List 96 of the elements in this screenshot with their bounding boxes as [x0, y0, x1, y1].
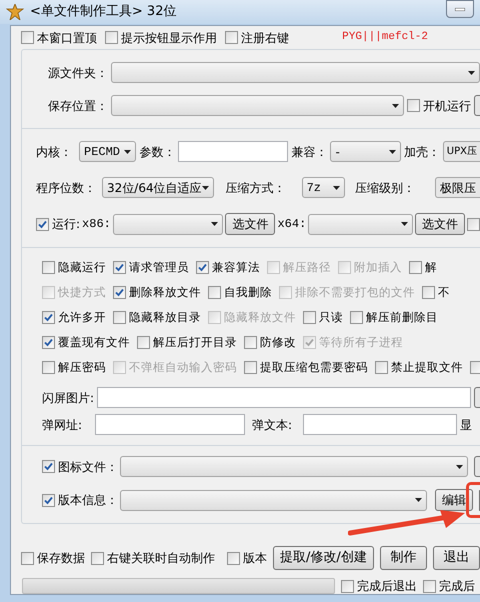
checkbox[interactable]: 运行: [36, 217, 80, 231]
window-title: <单文件制作工具> 32位 [30, 3, 176, 22]
checkbox[interactable] [470, 360, 480, 374]
dropdown-caret-icon [333, 186, 340, 190]
checkbox[interactable]: 版本信息： [42, 493, 118, 507]
app-icon [6, 4, 24, 20]
push-button[interactable]: 退出 [432, 546, 480, 570]
checkbox[interactable]: 覆盖现有文件 [42, 335, 130, 349]
checkbox[interactable]: 注册右键 [225, 30, 289, 44]
checkmark-icon [38, 220, 47, 228]
checkmark-icon [115, 262, 124, 272]
input-field[interactable] [97, 387, 471, 408]
dropdown[interactable]: 7z [302, 177, 345, 198]
checkbox[interactable]: 自我删除 [208, 285, 272, 299]
checkbox[interactable]: 本窗口置顶 [21, 30, 97, 44]
checkmark-icon [115, 288, 124, 296]
checkbox[interactable] [467, 218, 480, 230]
checkbox[interactable]: 不 [422, 285, 450, 299]
checkmark-icon [44, 496, 53, 504]
checkbox[interactable]: 右键关联时自动制作 [91, 551, 215, 565]
checkmark-icon [44, 462, 53, 471]
dropdown-caret-icon [202, 186, 209, 190]
field-label: 加壳： [404, 144, 440, 160]
checkbox[interactable]: 删除释放文件 [113, 285, 201, 299]
dropdown-caret-icon [401, 222, 408, 226]
highlight-box [466, 482, 480, 518]
checkmark-icon [44, 338, 53, 346]
minimize-icon [455, 8, 465, 10]
checkbox[interactable]: 允许多开 [42, 310, 106, 324]
dropdown[interactable] [308, 214, 413, 234]
checkbox[interactable]: 隐藏释放目录 [113, 310, 201, 324]
checkbox[interactable]: 请求管理员 [113, 260, 189, 274]
dropdown[interactable]: 32位/64位自适应 [102, 177, 214, 198]
field-label: 内核： [36, 144, 72, 160]
dropdown-caret-icon [415, 498, 422, 502]
checkbox[interactable]: 图标文件： [42, 460, 118, 474]
push-button[interactable]: 提取/修改/创建 [273, 546, 374, 570]
dropdown[interactable]: UPX压 [442, 141, 480, 162]
checkmark-icon [305, 338, 314, 346]
dropdown-caret-icon [124, 150, 132, 154]
dropdown[interactable]: 极限压 [435, 177, 480, 198]
field-label: 压缩方式： [226, 180, 286, 196]
checkbox[interactable]: 版本 [227, 551, 267, 565]
checkbox[interactable]: 开机运行 [407, 98, 471, 112]
push-button[interactable]: 制作 [380, 546, 427, 570]
checkbox[interactable]: 解 [409, 260, 437, 274]
input-field[interactable] [95, 414, 246, 435]
push-button[interactable]: 选文件 [225, 213, 276, 235]
dropdown-caret-icon [456, 464, 463, 468]
field-label: 程序位数： [36, 180, 96, 196]
field-label: 压缩级别： [355, 180, 415, 196]
dropdown-caret-icon [211, 222, 218, 226]
field-label: 闪屏图片: [42, 390, 94, 406]
checkbox[interactable]: 禁止提取文件 [375, 360, 463, 374]
dropdown[interactable]: - [330, 141, 401, 162]
field-label: 弹文本: [252, 416, 292, 434]
checkbox[interactable]: 完成后 [423, 579, 475, 593]
field-label: 源文件夹： [48, 64, 108, 82]
checkbox[interactable]: 提取压缩包需要密码 [244, 360, 368, 374]
checkbox[interactable]: 防修改 [244, 335, 296, 349]
dropdown-caret-icon [392, 104, 399, 108]
dropdown[interactable] [120, 456, 468, 477]
field-label: x86: [82, 216, 111, 233]
dropdown-caret-icon [388, 150, 396, 154]
field-label: 参数： [139, 144, 176, 160]
checkbox[interactable]: 解压后打开目录 [137, 335, 237, 349]
push-button[interactable] [474, 456, 480, 477]
checkbox[interactable]: 完成后退出 [341, 579, 417, 593]
checkbox[interactable]: 保存数据 [21, 551, 85, 565]
input-field[interactable] [178, 141, 288, 162]
checkbox[interactable]: 解压密码 [42, 360, 106, 374]
field-label: 显 [460, 416, 472, 434]
dropdown[interactable] [112, 214, 224, 234]
push-button[interactable]: 选文件 [415, 213, 465, 235]
checkmark-icon [44, 312, 53, 322]
field-label: 弹网址: [42, 416, 82, 434]
minimize-button[interactable] [446, 0, 474, 18]
checkbox[interactable]: 兼容算法 [196, 260, 260, 274]
field-label: x64: [277, 216, 306, 233]
dropdown-caret-icon [468, 70, 475, 74]
dropdown[interactable] [120, 490, 427, 510]
dropdown[interactable]: PECMD [79, 141, 136, 162]
checkbox[interactable]: 提示按钮显示作用 [105, 30, 217, 44]
input-field[interactable] [303, 414, 458, 435]
dropdown[interactable] [111, 95, 404, 116]
push-button[interactable] [474, 387, 480, 408]
checkbox[interactable]: 解压前删除目 [350, 310, 438, 324]
checkmark-icon [198, 262, 207, 272]
push-button[interactable] [474, 95, 480, 116]
push-button[interactable]: 编辑 [435, 489, 473, 511]
checkbox[interactable]: 只读 [303, 310, 343, 324]
signature-text: PYG|||mefcl-2 [342, 30, 428, 46]
dropdown[interactable] [111, 62, 480, 83]
checkbox[interactable]: 隐藏运行 [42, 260, 106, 274]
field-label: 兼容： [291, 144, 328, 160]
field-label: 保存位置： [48, 98, 108, 114]
